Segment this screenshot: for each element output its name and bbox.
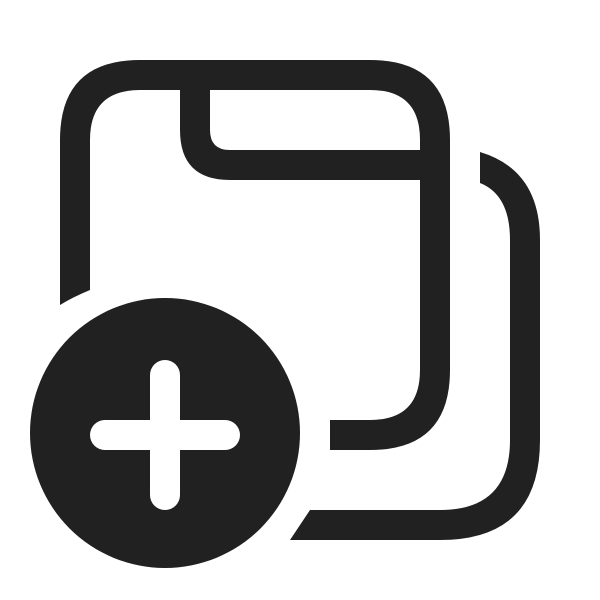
back-window-outline (290, 152, 540, 540)
window-tab-notch (180, 80, 430, 180)
add-window-icon (17, 60, 540, 581)
icon-canvas (0, 0, 600, 600)
